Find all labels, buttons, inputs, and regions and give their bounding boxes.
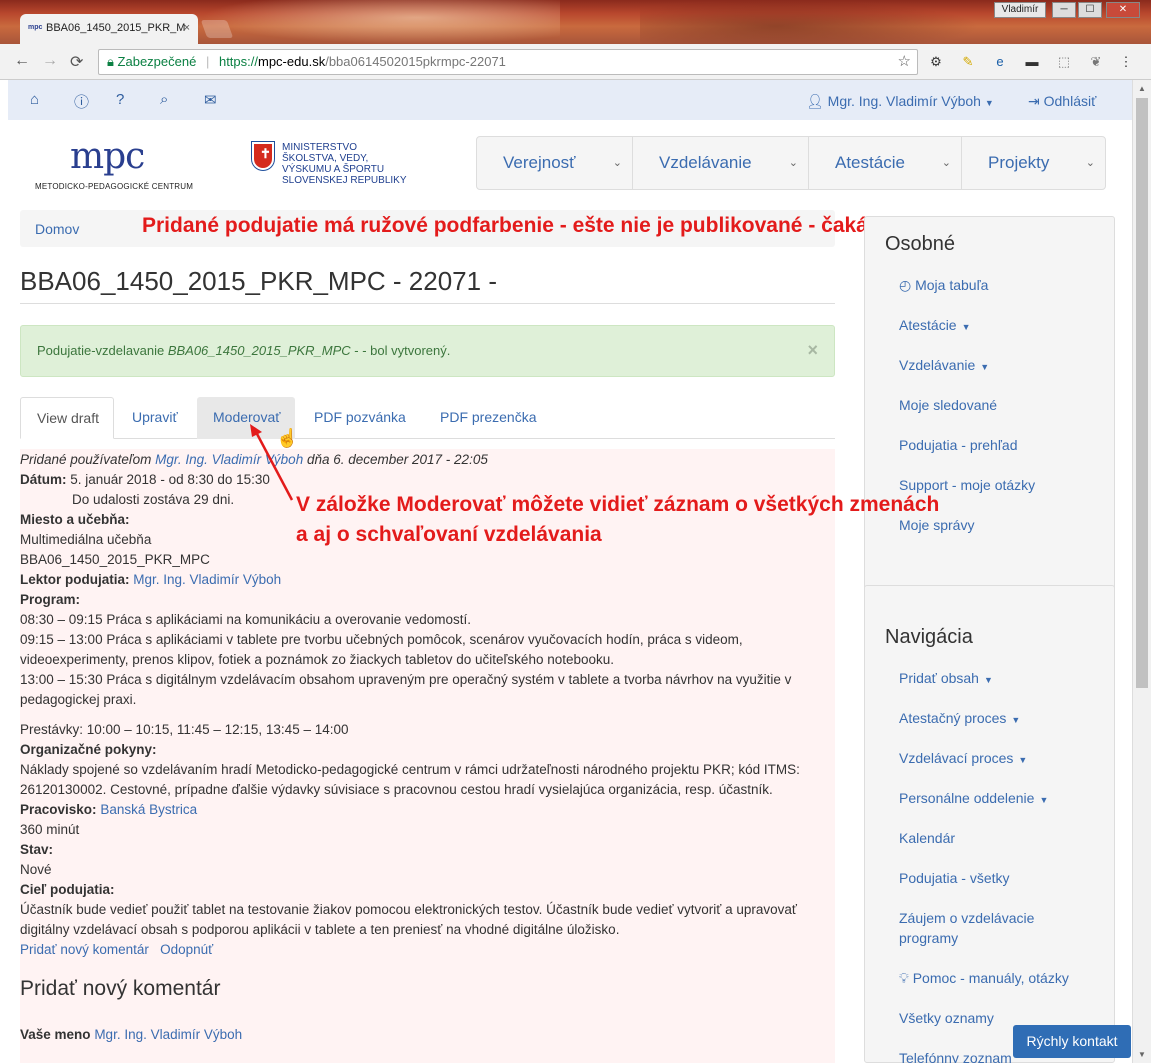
scrollbar-thumb[interactable] bbox=[1136, 98, 1148, 688]
annotation-line: V záložke Moderovať môžete vidieť záznam… bbox=[296, 493, 940, 516]
scroll-up-icon[interactable]: ▲ bbox=[1138, 84, 1146, 93]
hand-cursor-icon: ☝ bbox=[276, 428, 299, 448]
annotation-moderovat: V záložke Moderovať môžete vidieť záznam… bbox=[296, 490, 939, 550]
annotation-line: a aj o schvaľovaní vzdelávania bbox=[296, 523, 602, 546]
page-scrollbar[interactable]: ▲ ▼ bbox=[1132, 80, 1151, 1063]
arrow-head bbox=[250, 424, 262, 437]
scroll-down-icon[interactable]: ▼ bbox=[1138, 1050, 1146, 1059]
